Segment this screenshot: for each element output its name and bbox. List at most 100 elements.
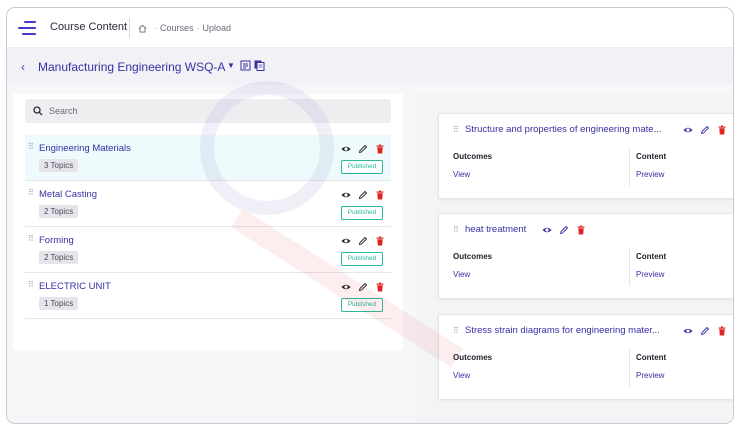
topic-item[interactable]: ⠿ Engineering Materials 3 Topics Publish…	[25, 135, 391, 181]
trash-icon[interactable]	[717, 326, 727, 336]
pencil-icon[interactable]	[358, 282, 368, 292]
subtopic-card: ⠿ Structure and properties of engineerin…	[438, 113, 733, 199]
top-bar: Course Content · Courses · Upload	[7, 8, 733, 48]
card-actions	[683, 125, 727, 135]
trash-icon[interactable]	[375, 236, 385, 246]
topic-item[interactable]: ⠿ Metal Casting 2 Topics Published	[25, 181, 391, 227]
drag-handle-icon[interactable]: ⠿	[28, 235, 34, 243]
topic-count-badge: 3 Topics	[39, 159, 79, 172]
card-title[interactable]: heat treatment	[465, 224, 526, 235]
card-actions	[542, 225, 586, 235]
card-title[interactable]: Structure and properties of engineering …	[465, 124, 661, 135]
topics-panel: ⠿ Engineering Materials 3 Topics Publish…	[13, 94, 403, 350]
outcomes-column: Outcomes View	[453, 252, 623, 279]
content-column: Content Preview	[636, 152, 733, 179]
topic-name[interactable]: Metal Casting	[39, 189, 97, 200]
drag-handle-icon[interactable]: ⠿	[28, 143, 34, 151]
drag-handle-icon[interactable]: ⠿	[28, 189, 34, 197]
eye-icon[interactable]	[341, 190, 351, 200]
pencil-icon[interactable]	[700, 326, 710, 336]
eye-icon[interactable]	[683, 125, 693, 135]
outcomes-column: Outcomes View	[453, 152, 623, 179]
topic-actions	[341, 236, 385, 246]
status-badge: Published	[341, 206, 383, 220]
status-badge: Published	[341, 298, 383, 312]
outcomes-view-link[interactable]: View	[453, 170, 623, 179]
status-badge: Published	[341, 160, 383, 174]
topic-actions	[341, 144, 385, 154]
topic-item[interactable]: ⠿ Forming 2 Topics Published	[25, 227, 391, 273]
trash-icon[interactable]	[576, 225, 586, 235]
trash-icon[interactable]	[375, 282, 385, 292]
column-divider	[629, 148, 630, 186]
back-arrow-icon[interactable]: ‹	[21, 61, 25, 73]
copy-icon[interactable]	[254, 60, 265, 71]
search-bar[interactable]	[25, 99, 391, 123]
outcomes-view-link[interactable]: View	[453, 270, 623, 279]
pencil-icon[interactable]	[700, 125, 710, 135]
eye-icon[interactable]	[341, 282, 351, 292]
drag-handle-icon[interactable]: ⠿	[453, 126, 459, 134]
card-header: ⠿ Structure and properties of engineerin…	[453, 124, 733, 138]
pencil-icon[interactable]	[358, 190, 368, 200]
breadcrumb-separator: ·	[196, 23, 200, 33]
breadcrumb: · Courses · Upload	[138, 23, 231, 33]
card-header: ⠿ Stress strain diagrams for engineering…	[453, 325, 733, 339]
card-header: ⠿ heat treatment	[453, 224, 733, 238]
topic-item[interactable]: ⠿ ELECTRIC UNIT 1 Topics Published	[25, 273, 391, 319]
card-title[interactable]: Stress strain diagrams for engineering m…	[465, 325, 660, 336]
content-preview-link[interactable]: Preview	[636, 170, 733, 179]
topic-count-badge: 1 Topics	[39, 297, 79, 310]
outcomes-column: Outcomes View	[453, 353, 623, 380]
menu-icon[interactable]	[18, 21, 36, 35]
subtopics-panel: ⠿ Structure and properties of engineerin…	[416, 94, 733, 423]
content-column: Content Preview	[636, 252, 733, 279]
content-label: Content	[636, 252, 667, 261]
drag-handle-icon[interactable]: ⠿	[453, 226, 459, 234]
column-divider	[629, 248, 630, 286]
card-actions	[683, 326, 727, 336]
outcomes-label: Outcomes	[453, 252, 493, 261]
search-input[interactable]	[49, 104, 369, 118]
pencil-icon[interactable]	[358, 144, 368, 154]
drag-handle-icon[interactable]: ⠿	[28, 281, 34, 289]
document-icon[interactable]	[240, 60, 251, 71]
pencil-icon[interactable]	[358, 236, 368, 246]
home-icon[interactable]	[138, 24, 147, 33]
trash-icon[interactable]	[375, 144, 385, 154]
eye-icon[interactable]	[683, 326, 693, 336]
content-label: Content	[636, 353, 667, 362]
subtopic-card: ⠿ heat treatment Outcomes View Content P…	[438, 213, 733, 299]
header-divider	[129, 18, 130, 38]
outcomes-view-link[interactable]: View	[453, 371, 623, 380]
search-icon	[33, 106, 43, 116]
trash-icon[interactable]	[375, 190, 385, 200]
content-preview-link[interactable]: Preview	[636, 270, 733, 279]
topic-name[interactable]: Engineering Materials	[39, 143, 131, 154]
outcomes-label: Outcomes	[453, 152, 493, 161]
app-window: Course Content · Courses · Upload ‹ Manu…	[6, 7, 734, 424]
content-preview-link[interactable]: Preview	[636, 371, 733, 380]
page-title: Course Content	[50, 21, 128, 33]
topic-name[interactable]: ELECTRIC UNIT	[39, 281, 111, 292]
drag-handle-icon[interactable]: ⠿	[453, 327, 459, 335]
eye-icon[interactable]	[341, 144, 351, 154]
course-header: ‹ Manufacturing Engineering WSQ-A ▼	[7, 49, 733, 85]
content-label: Content	[636, 152, 667, 161]
status-badge: Published	[341, 252, 383, 266]
subtopic-card: ⠿ Stress strain diagrams for engineering…	[438, 314, 733, 400]
topic-actions	[341, 282, 385, 292]
topic-count-badge: 2 Topics	[39, 205, 79, 218]
breadcrumb-item-upload[interactable]: Upload	[203, 23, 232, 33]
topic-list: ⠿ Engineering Materials 3 Topics Publish…	[25, 135, 391, 319]
breadcrumb-separator: ·	[154, 23, 157, 33]
pencil-icon[interactable]	[559, 225, 569, 235]
breadcrumb-item-courses[interactable]: Courses	[160, 23, 194, 33]
trash-icon[interactable]	[717, 125, 727, 135]
eye-icon[interactable]	[542, 225, 552, 235]
eye-icon[interactable]	[341, 236, 351, 246]
caret-down-icon[interactable]: ▼	[227, 61, 235, 70]
topic-name[interactable]: Forming	[39, 235, 74, 246]
course-title[interactable]: Manufacturing Engineering WSQ-A	[38, 60, 225, 74]
column-divider	[629, 349, 630, 387]
